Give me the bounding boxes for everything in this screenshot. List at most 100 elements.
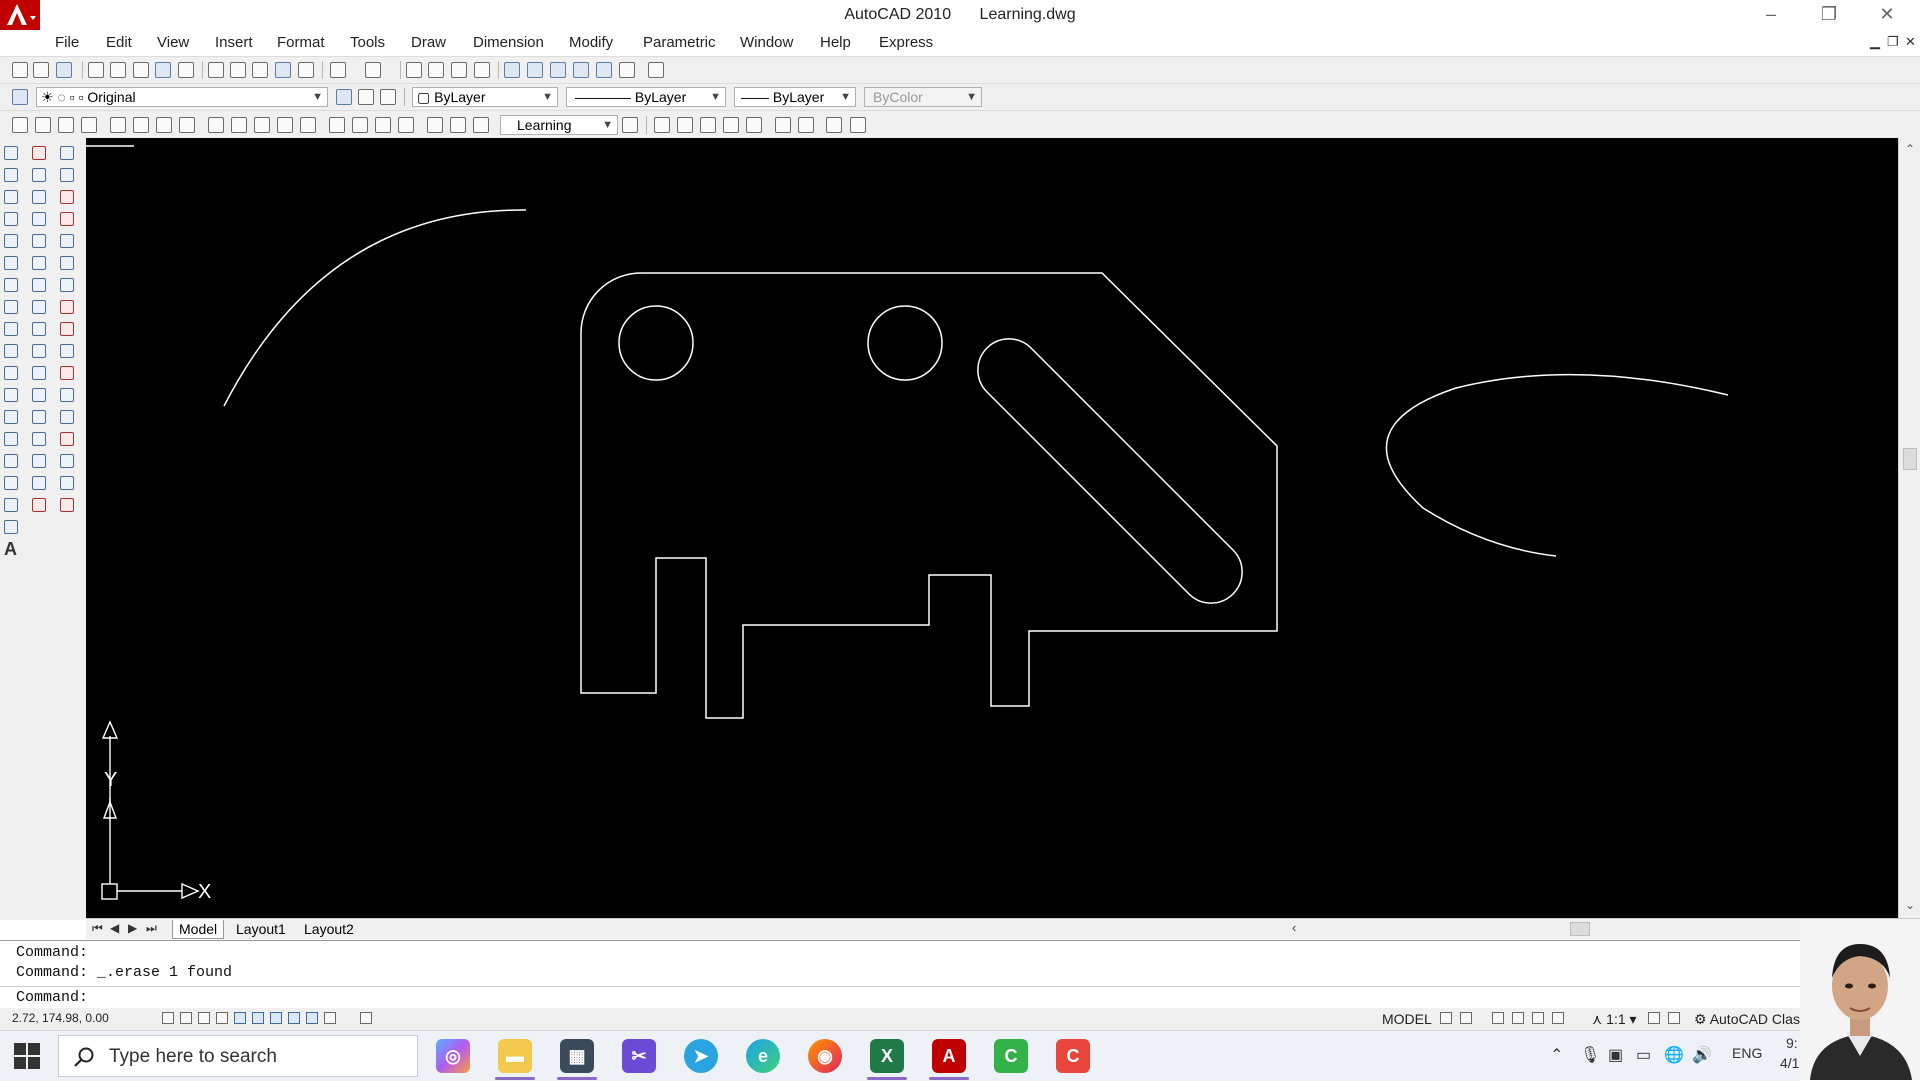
- dim-aligned-icon[interactable]: [35, 117, 51, 133]
- zoom-scale-icon[interactable]: [700, 117, 716, 133]
- break-at-point-icon[interactable]: [32, 388, 46, 402]
- snap-insert-icon[interactable]: [60, 410, 74, 424]
- menu-express[interactable]: Express: [879, 34, 933, 51]
- spline-icon[interactable]: [4, 322, 18, 336]
- match-properties-icon[interactable]: [275, 62, 291, 78]
- layer-states-icon[interactable]: [380, 89, 396, 105]
- ortho-mode-icon[interactable]: [198, 1012, 210, 1024]
- linetype-dropdown[interactable]: ———— ByLayer ▼: [566, 87, 726, 107]
- zoom-previous-icon[interactable]: [474, 62, 490, 78]
- revision-cloud-icon[interactable]: [4, 300, 18, 314]
- dim-edit-icon[interactable]: [427, 117, 443, 133]
- screen-record-icon[interactable]: ▣: [1608, 1045, 1623, 1065]
- zoom-window-icon[interactable]: [654, 117, 670, 133]
- taskbar-search-box[interactable]: Type here to search: [58, 1035, 418, 1077]
- object-snap-icon[interactable]: [234, 1012, 246, 1024]
- battery-icon[interactable]: ▭: [1636, 1045, 1651, 1065]
- scale-icon[interactable]: [32, 300, 46, 314]
- tab-layout1[interactable]: Layout1: [230, 920, 292, 938]
- polyline-icon[interactable]: [4, 190, 18, 204]
- menu-file[interactable]: File: [55, 34, 79, 51]
- layer-properties-icon[interactable]: [12, 89, 28, 105]
- scroll-down-icon[interactable]: ⌄: [1899, 898, 1920, 912]
- 3d-dwf-icon[interactable]: [155, 62, 171, 78]
- horizontal-scroll-thumb[interactable]: [1570, 922, 1590, 936]
- hole-circle-left[interactable]: [618, 305, 694, 381]
- annotation-visibility-icon[interactable]: [1648, 1012, 1660, 1024]
- menu-edit[interactable]: Edit: [106, 34, 132, 51]
- dim-space-icon[interactable]: [277, 117, 293, 133]
- snap-endpoint-icon[interactable]: [60, 190, 74, 204]
- pan-icon[interactable]: [406, 62, 422, 78]
- etransmit-icon[interactable]: [178, 62, 194, 78]
- autocad-taskbar-icon[interactable]: A: [932, 1039, 966, 1073]
- dim-ordinate-icon[interactable]: [81, 117, 97, 133]
- copilot-icon[interactable]: ◎: [436, 1039, 470, 1073]
- menu-parametric[interactable]: Parametric: [643, 34, 716, 51]
- region-icon[interactable]: [4, 498, 18, 512]
- quick-properties-icon[interactable]: [324, 1012, 336, 1024]
- jogged-linear-icon[interactable]: [398, 117, 414, 133]
- workspace-switch[interactable]: ⚙ AutoCAD Clas: [1694, 1011, 1800, 1028]
- dim-jogged-icon[interactable]: [133, 117, 149, 133]
- ellipse-icon[interactable]: [4, 344, 18, 358]
- make-block-icon[interactable]: [4, 410, 18, 424]
- inspection-icon[interactable]: [375, 117, 391, 133]
- menu-modify[interactable]: Modify: [569, 34, 613, 51]
- polar-tracking-icon[interactable]: [216, 1012, 228, 1024]
- undo-icon[interactable]: [330, 62, 346, 78]
- drawing-minimize-icon[interactable]: ▁: [1870, 34, 1880, 50]
- copy-icon[interactable]: [230, 62, 246, 78]
- drawing-close-icon[interactable]: ✕: [1905, 34, 1916, 50]
- point-icon[interactable]: [4, 432, 18, 446]
- rotate-icon[interactable]: [32, 278, 46, 292]
- plot-preview-icon[interactable]: [110, 62, 126, 78]
- temp-track-point-icon[interactable]: [60, 146, 74, 160]
- menu-draw[interactable]: Draw: [411, 34, 446, 51]
- zoom-in-icon[interactable]: [775, 117, 791, 133]
- elliptical-arc[interactable]: [1385, 373, 1729, 557]
- vertical-scroll-thumb[interactable]: [1903, 448, 1917, 470]
- zoom-all-icon[interactable]: [826, 117, 842, 133]
- ellipse-arc-icon[interactable]: [4, 366, 18, 380]
- quick-view-drawings-icon[interactable]: [1460, 1012, 1472, 1024]
- zoom-extents-icon[interactable]: [850, 117, 866, 133]
- microphone-icon[interactable]: 🎙: [1580, 1045, 1600, 1065]
- show-lineweight-icon[interactable]: [306, 1012, 318, 1024]
- erase-icon[interactable]: [32, 146, 46, 160]
- telegram-icon[interactable]: ➤: [684, 1039, 718, 1073]
- block-editor-icon[interactable]: [298, 62, 314, 78]
- dim-baseline-icon[interactable]: [231, 117, 247, 133]
- plate-outline[interactable]: [580, 272, 1278, 719]
- windows-start-icon[interactable]: [14, 1043, 40, 1069]
- input-language[interactable]: ENG: [1732, 1045, 1762, 1061]
- camtasia-icon[interactable]: C: [994, 1039, 1028, 1073]
- multiline-text-icon[interactable]: A: [4, 540, 18, 558]
- dim-continue-icon[interactable]: [254, 117, 270, 133]
- network-globe-icon[interactable]: 🌐: [1664, 1045, 1684, 1065]
- steering-wheel-icon[interactable]: [1532, 1012, 1544, 1024]
- dim-style-manager-icon[interactable]: [622, 117, 638, 133]
- scroll-up-icon[interactable]: ⌃: [1899, 142, 1920, 156]
- redo-icon[interactable]: [365, 62, 381, 78]
- rectangle-icon[interactable]: [4, 234, 18, 248]
- show-hidden-icons-chevron-icon[interactable]: ⌃: [1550, 1045, 1563, 1065]
- plot-icon[interactable]: [88, 62, 104, 78]
- gradient-icon[interactable]: [4, 476, 18, 490]
- snap-from-icon[interactable]: [60, 168, 74, 182]
- mirror-icon[interactable]: [32, 190, 46, 204]
- restore-button[interactable]: ❐: [1800, 0, 1858, 30]
- paste-icon[interactable]: [252, 62, 268, 78]
- extend-icon[interactable]: [32, 366, 46, 380]
- snap-quadrant-icon[interactable]: [60, 322, 74, 336]
- zoom-window-icon[interactable]: [451, 62, 467, 78]
- quickcalc-icon[interactable]: [619, 62, 635, 78]
- close-button[interactable]: ✕: [1858, 0, 1916, 30]
- minimize-button[interactable]: –: [1742, 0, 1800, 30]
- polygon-icon[interactable]: [4, 212, 18, 226]
- object-snap-tracking-icon[interactable]: [252, 1012, 264, 1024]
- qnew-icon[interactable]: [12, 62, 28, 78]
- snap-parallel-icon[interactable]: [60, 388, 74, 402]
- snap-extension-icon[interactable]: [60, 278, 74, 292]
- markup-set-icon[interactable]: [596, 62, 612, 78]
